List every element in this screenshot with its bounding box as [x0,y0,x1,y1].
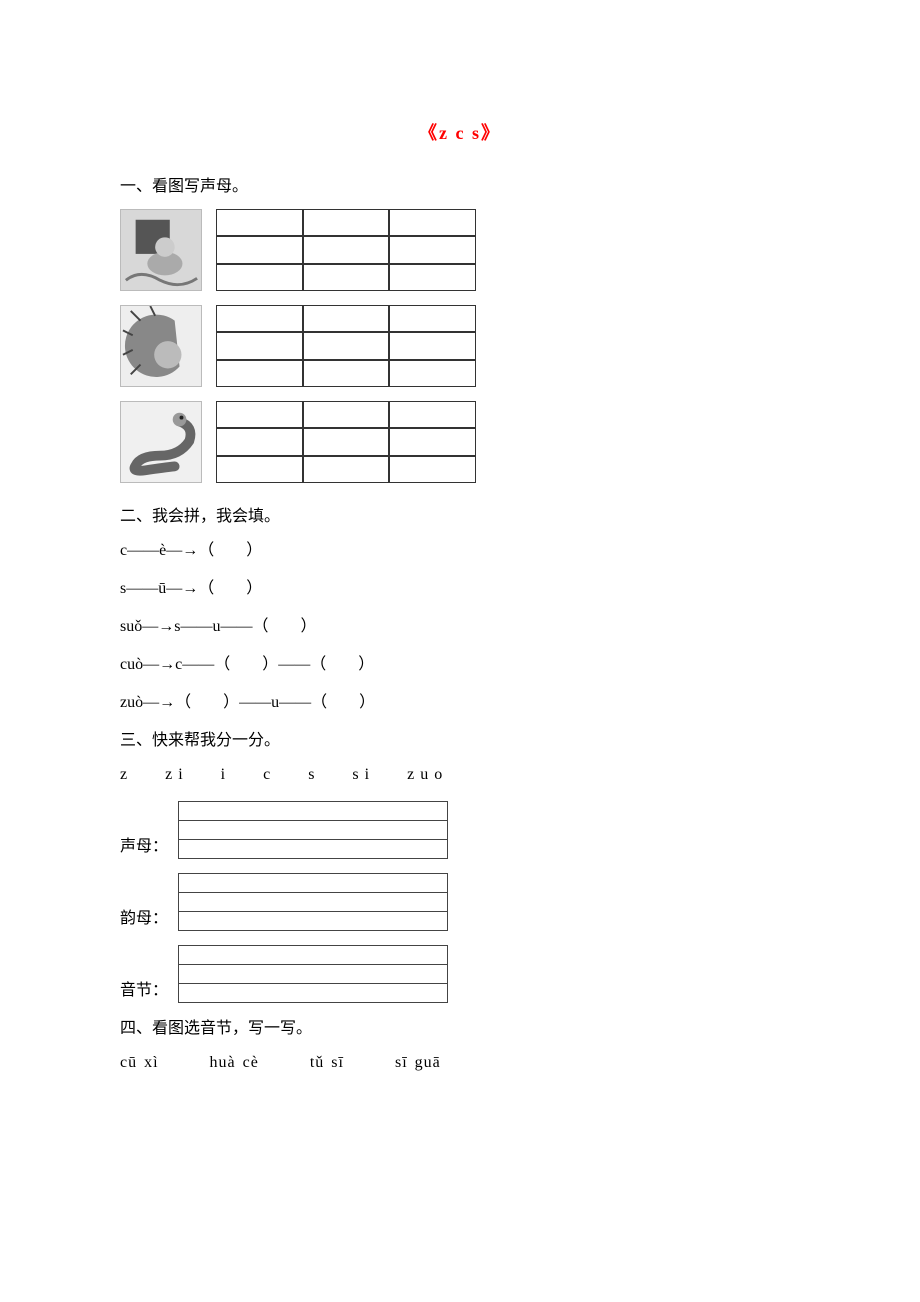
label-shengmu: 声母： [120,835,168,859]
category-row-yinjie: 音节： [120,945,800,1003]
image-snake-s [120,401,202,483]
category-row-yunmu: 韵母： [120,873,800,931]
image-hedgehog-c [120,305,202,387]
q4-word-4: sī guā [395,1054,441,1071]
q1-row-1 [120,209,800,291]
image-writing-z [120,209,202,291]
writing-grid-2[interactable] [216,305,476,387]
section-1-heading: 一、看图写声母。 [120,175,800,199]
writing-box-shengmu[interactable] [178,801,448,859]
label-yunmu: 韵母： [120,907,168,931]
q2-line-3: suǒ—→s——u——（ ） [120,615,800,639]
section-4-heading: 四、看图选音节，写一写。 [120,1017,800,1041]
q4-word-2: huà cè [210,1054,259,1071]
q4-word-3: tǔ sī [310,1054,344,1071]
q4-word-list: cū xì huà cè tǔ sī sī guā [120,1051,800,1075]
writing-box-yinjie[interactable] [178,945,448,1003]
label-yinjie: 音节： [120,979,168,1003]
section-2-heading: 二、我会拼，我会填。 [120,505,800,529]
q4-word-1: cū xì [120,1054,159,1071]
section-3-heading: 三、快来帮我分一分。 [120,729,800,753]
q3-letter-list: z zi i c s si zuo [120,763,800,787]
q2-line-2: s——ū—→（ ） [120,577,800,601]
writing-grid-3[interactable] [216,401,476,483]
q2-line-5: zuò—→（ ）——u——（ ） [120,691,800,715]
category-row-shengmu: 声母： [120,801,800,859]
writing-box-yunmu[interactable] [178,873,448,931]
q1-row-2 [120,305,800,387]
page-title: 《z c s》 [120,120,800,147]
q2-line-1: c——è—→（ ） [120,539,800,563]
q2-line-4: cuò—→c——（ ）——（ ） [120,653,800,677]
q1-row-3 [120,401,800,483]
writing-grid-1[interactable] [216,209,476,291]
